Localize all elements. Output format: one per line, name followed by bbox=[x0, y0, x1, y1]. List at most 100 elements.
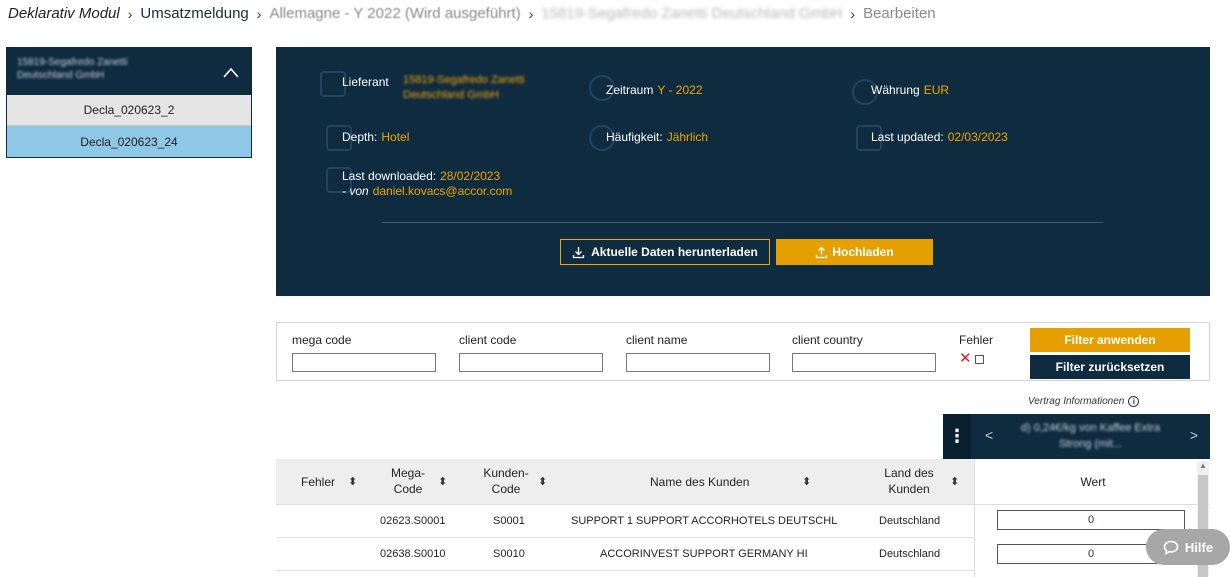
column-mega-code-line1: Mega- bbox=[390, 466, 425, 480]
depth-value: Hotel bbox=[381, 130, 410, 144]
download-button[interactable]: Aktuelle Daten herunterladen bbox=[560, 239, 770, 265]
client-name-input[interactable] bbox=[626, 352, 770, 372]
chat-bubble-icon bbox=[1163, 540, 1179, 555]
help-button[interactable]: Hilfe bbox=[1146, 529, 1230, 565]
column-client-code[interactable]: Kunden- Code bbox=[476, 465, 536, 497]
sort-icon[interactable]: ⬍ bbox=[348, 475, 357, 488]
sort-icon[interactable]: ⬍ bbox=[538, 475, 547, 488]
contract-info-label: Vertrag Informationen i bbox=[1028, 396, 1140, 407]
cell-mega-code: 02638.S0010 bbox=[380, 548, 446, 560]
table-row[interactable]: 02638.S0010 S0010 ACCORINVEST SUPPORT GE… bbox=[276, 538, 974, 571]
declaration-table: Fehler ⬍ Mega- Code ⬍ Kunden- Code ⬍ Nam… bbox=[276, 459, 1210, 577]
sidebar-supplier-name: 15819-Segafredo Zanetti Deutschland GmbH bbox=[17, 57, 128, 81]
client-code-label: client code bbox=[459, 333, 517, 347]
breadcrumb-current: Bearbeiten bbox=[863, 5, 936, 22]
upload-icon bbox=[816, 246, 828, 258]
client-code-filter: client code bbox=[459, 333, 603, 372]
breadcrumb-section[interactable]: Umsatzmeldung bbox=[140, 5, 248, 22]
currency-value: EUR bbox=[923, 83, 950, 97]
downloaded-by-field: - von daniel.kovacs@accor.com bbox=[342, 184, 512, 198]
value-input[interactable]: 0 bbox=[997, 510, 1185, 530]
column-country-line2: Kunden bbox=[888, 482, 930, 496]
column-mega-code[interactable]: Mega- Code bbox=[380, 465, 436, 497]
depth-label: Depth: bbox=[342, 130, 378, 144]
sort-icon[interactable]: ⬍ bbox=[802, 475, 811, 488]
depth-field: Depth: Hotel bbox=[342, 130, 409, 144]
breadcrumb-separator: › bbox=[127, 5, 133, 22]
breadcrumb-separator: › bbox=[850, 5, 856, 22]
apply-filter-button[interactable]: Filter anwenden bbox=[1030, 328, 1190, 352]
supplier-label: Lieferant bbox=[342, 75, 389, 89]
column-country[interactable]: Land des Kunden bbox=[876, 465, 942, 497]
reset-filter-button[interactable]: Filter zurücksetzen bbox=[1030, 355, 1190, 379]
downloaded-label: Last downloaded: bbox=[342, 169, 437, 183]
updated-field: Last updated: 02/03/2023 bbox=[871, 130, 1008, 144]
table-row[interactable]: 02623.S0001 S0001 SUPPORT 1 SUPPORT ACCO… bbox=[276, 505, 974, 538]
client-code-input[interactable] bbox=[459, 352, 603, 372]
mega-code-filter: mega code bbox=[292, 333, 436, 372]
column-client-name[interactable]: Name des Kunden bbox=[650, 474, 749, 490]
cell-country: Deutschland bbox=[879, 515, 941, 527]
error-checkbox[interactable] bbox=[974, 354, 984, 364]
supplier-value-wrap: 15819-Segafredo Zanetti Deutschland GmbH bbox=[403, 73, 543, 103]
breadcrumb: Deklarativ Modul › Umsatzmeldung › Allem… bbox=[8, 5, 936, 22]
info-icon[interactable]: i bbox=[1128, 396, 1140, 407]
upload-button[interactable]: Hochladen bbox=[776, 239, 933, 265]
updated-value: 02/03/2023 bbox=[947, 130, 1008, 144]
contract-product-name: d) 0,24€/kg von Kaffee Extra Strong (mit… bbox=[1020, 422, 1161, 450]
column-country-line1: Land des bbox=[884, 466, 934, 480]
scroll-up-icon[interactable]: ▲ bbox=[1199, 461, 1207, 470]
breadcrumb-separator: › bbox=[256, 5, 262, 22]
sort-icon[interactable]: ⬍ bbox=[950, 475, 959, 488]
breadcrumb-declaration[interactable]: Allemagne - Y 2022 (Wird ausgeführt) bbox=[269, 5, 520, 22]
help-label: Hilfe bbox=[1184, 539, 1214, 555]
contract-info-text: Vertrag Informationen bbox=[1028, 396, 1125, 407]
downloaded-value: 28/02/2023 bbox=[440, 169, 501, 183]
updated-label: Last updated: bbox=[871, 130, 944, 144]
next-contract-button[interactable]: > bbox=[1190, 427, 1198, 443]
column-mega-code-line2: Code bbox=[393, 482, 423, 496]
sidebar-item-declaration-selected[interactable]: Decla_020623_24 bbox=[7, 126, 251, 157]
downloaded-by-label: - von bbox=[342, 184, 369, 198]
previous-contract-button[interactable]: < bbox=[985, 427, 993, 443]
breadcrumb-supplier[interactable]: 15819-Segafredo Zanetti Deutschland GmbH bbox=[541, 5, 842, 22]
column-error[interactable]: Fehler bbox=[301, 474, 335, 490]
cell-client-name: ACCORINVEST SUPPORT GERMANY HI bbox=[600, 548, 808, 560]
client-country-filter: client country bbox=[792, 333, 936, 372]
breadcrumb-separator: › bbox=[528, 5, 534, 22]
mega-code-input[interactable] bbox=[292, 352, 436, 372]
more-options-icon[interactable]: ⋮ bbox=[943, 414, 971, 459]
supplier-value: 15819-Segafredo Zanetti Deutschland GmbH bbox=[403, 74, 525, 101]
cell-country: Deutschland bbox=[879, 548, 941, 560]
contract-navigator: ⋮ < d) 0,24€/kg von Kaffee Extra Strong … bbox=[943, 414, 1210, 459]
sidebar-item-declaration[interactable]: Decla_020623_2 bbox=[7, 95, 251, 126]
chevron-up-icon[interactable] bbox=[223, 65, 239, 81]
downloaded-field: Last downloaded: 28/02/2023 bbox=[342, 169, 500, 183]
cell-mega-code: 02623.S0001 bbox=[380, 515, 446, 527]
period-field: Zeitraum Y - 2022 bbox=[606, 83, 703, 97]
sort-icon[interactable]: ⬍ bbox=[438, 475, 447, 488]
client-name-label: client name bbox=[626, 333, 688, 347]
frequency-field: Häufigkeit: Jährlich bbox=[606, 130, 708, 144]
error-filter-label: Fehler bbox=[959, 333, 994, 347]
column-client-code-line2: Code bbox=[491, 482, 521, 496]
value-header-divider bbox=[975, 504, 1210, 505]
client-name-filter: client name bbox=[626, 333, 770, 372]
error-filter: Fehler ✕ bbox=[959, 333, 993, 366]
declaration-info-panel: Lieferant 15819-Segafredo Zanetti Deutsc… bbox=[276, 47, 1210, 296]
declaration-sidebar: 15819-Segafredo Zanetti Deutschland GmbH… bbox=[6, 47, 252, 158]
mega-code-label: mega code bbox=[292, 333, 352, 347]
sidebar-header[interactable]: 15819-Segafredo Zanetti Deutschland GmbH bbox=[7, 48, 251, 95]
supplier-field: Lieferant bbox=[342, 75, 389, 89]
upload-button-label: Hochladen bbox=[832, 245, 894, 259]
frequency-label: Häufigkeit: bbox=[606, 130, 663, 144]
info-divider bbox=[382, 222, 1103, 223]
frequency-value: Jährlich bbox=[666, 130, 709, 144]
close-icon[interactable]: ✕ bbox=[959, 351, 972, 366]
filter-bar: mega code client code client name client… bbox=[276, 322, 1210, 381]
cell-client-code: S0001 bbox=[493, 515, 525, 527]
download-icon bbox=[572, 246, 585, 258]
client-country-input[interactable] bbox=[792, 352, 936, 372]
column-client-code-line1: Kunden- bbox=[483, 466, 529, 480]
breadcrumb-root[interactable]: Deklarativ Modul bbox=[8, 5, 120, 22]
